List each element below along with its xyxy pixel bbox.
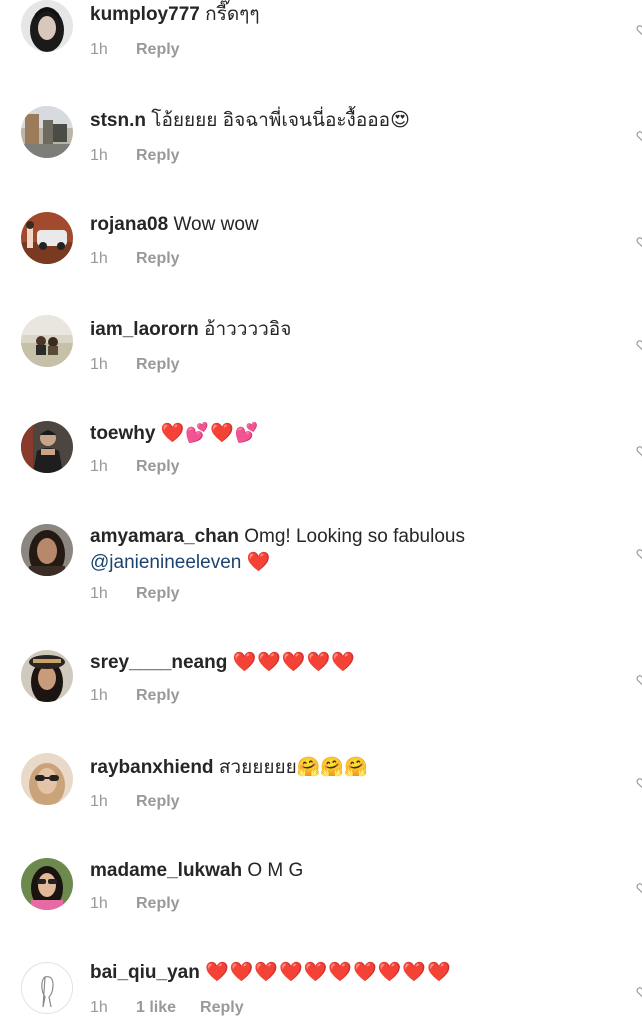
reply-button[interactable]: Reply	[136, 250, 180, 267]
reply-button[interactable]: Reply	[136, 585, 180, 602]
reply-button[interactable]: Reply	[136, 793, 180, 810]
heart-outline-icon[interactable]	[636, 445, 642, 457]
comment-message: กรี๊ดๆๆ	[205, 4, 260, 25]
comment-meta: 1h Reply	[90, 40, 180, 60]
comment-meta: 1h 1 like Reply	[90, 998, 244, 1018]
comment-message: O M G	[247, 860, 304, 881]
avatar-default[interactable]	[21, 962, 73, 1014]
comment-text: kumploy777 กรี๊ดๆๆ	[90, 2, 590, 28]
heart-outline-icon[interactable]	[636, 986, 642, 998]
comment-text: madame_lukwah O M G	[90, 858, 590, 884]
comment-time: 1h	[90, 895, 108, 912]
reply-button[interactable]: Reply	[136, 147, 180, 164]
comment-time: 1h	[90, 687, 108, 704]
comment-message: ❤️💕❤️💕	[160, 423, 260, 444]
comment-text: bai_qiu_yan ❤️❤️❤️❤️❤️❤️❤️❤️❤️❤️	[90, 960, 590, 986]
heart-outline-icon[interactable]	[636, 777, 642, 789]
comment-username[interactable]: raybanxhiend	[90, 757, 214, 778]
comment-text: rojana08 Wow wow	[90, 212, 590, 238]
comment-username[interactable]: kumploy777	[90, 4, 200, 25]
comment-meta: 1h Reply	[90, 584, 180, 604]
comment-meta: 1h Reply	[90, 894, 180, 914]
comment-meta: 1h Reply	[90, 457, 180, 477]
avatar[interactable]	[21, 524, 73, 576]
comment-username[interactable]: iam_laororn	[90, 319, 199, 340]
avatar[interactable]	[21, 650, 73, 702]
comment-meta: 1h Reply	[90, 686, 180, 706]
comment-text: raybanxhiend สวยยยยย🤗🤗🤗	[90, 755, 590, 781]
comment-username[interactable]: stsn.n	[90, 110, 146, 131]
comment-time: 1h	[90, 356, 108, 373]
comment-text: srey____neang ❤️❤️❤️❤️❤️	[90, 650, 590, 676]
reply-button[interactable]: Reply	[136, 458, 180, 475]
comment-time: 1h	[90, 793, 108, 810]
comment-username[interactable]: toewhy	[90, 423, 155, 444]
comment-message: ❤️❤️❤️❤️❤️	[232, 652, 356, 673]
comment-time: 1h	[90, 147, 108, 164]
heart-outline-icon[interactable]	[636, 548, 642, 560]
comment-username[interactable]: bai_qiu_yan	[90, 962, 200, 983]
comment-username[interactable]: madame_lukwah	[90, 860, 242, 881]
avatar[interactable]	[21, 753, 73, 805]
likes-count[interactable]: 1 like	[136, 998, 176, 1018]
comment-meta: 1h Reply	[90, 146, 180, 166]
comment-username[interactable]: srey____neang	[90, 652, 227, 673]
avatar[interactable]	[21, 212, 73, 264]
avatar[interactable]	[21, 858, 73, 910]
comment-message: Omg! Looking so fabulous	[244, 526, 465, 547]
comment-message: ❤️❤️❤️❤️❤️❤️❤️❤️❤️❤️	[205, 962, 452, 983]
comment-message: โอ้ยยยย อิจฉาพี่เจนนี่อะงื้อออ😍	[151, 110, 410, 131]
comment-time: 1h	[90, 250, 108, 267]
comment-username[interactable]: rojana08	[90, 214, 168, 235]
heart-outline-icon[interactable]	[636, 24, 642, 36]
reply-button[interactable]: Reply	[136, 41, 180, 58]
comment-meta: 1h Reply	[90, 249, 180, 269]
comment-time: 1h	[90, 585, 108, 602]
reply-button[interactable]: Reply	[136, 356, 180, 373]
reply-button[interactable]: Reply	[136, 895, 180, 912]
comment-time: 1h	[90, 41, 108, 58]
comment-message-emoji: ❤️	[246, 552, 272, 573]
comment-time: 1h	[90, 999, 108, 1016]
reply-button[interactable]: Reply	[136, 687, 180, 704]
mention-link[interactable]: @janienineeleven	[90, 552, 241, 573]
comment-text: amyamara_chan Omg! Looking so fabulous @…	[90, 524, 590, 576]
comment-text: toewhy ❤️💕❤️💕	[90, 421, 590, 447]
comment-message: Wow wow	[173, 214, 259, 235]
heart-outline-icon[interactable]	[636, 339, 642, 351]
avatar[interactable]	[21, 106, 73, 158]
heart-outline-icon[interactable]	[636, 882, 642, 894]
avatar[interactable]	[21, 315, 73, 367]
comment-meta: 1h Reply	[90, 792, 180, 812]
comment-time: 1h	[90, 458, 108, 475]
comment-username[interactable]: amyamara_chan	[90, 526, 239, 547]
heart-outline-icon[interactable]	[636, 674, 642, 686]
heart-outline-icon[interactable]	[636, 130, 642, 142]
avatar[interactable]	[21, 0, 73, 52]
heart-outline-icon[interactable]	[636, 236, 642, 248]
comment-text: iam_laororn อ้าววววอิจ	[90, 317, 590, 343]
comment-message: อ้าววววอิจ	[204, 319, 292, 340]
avatar[interactable]	[21, 421, 73, 473]
comment-text: stsn.n โอ้ยยยย อิจฉาพี่เจนนี่อะงื้อออ😍	[90, 108, 590, 134]
reply-button[interactable]: Reply	[200, 999, 244, 1016]
comment-message: สวยยยยย🤗🤗🤗	[218, 757, 368, 778]
comment-meta: 1h Reply	[90, 355, 180, 375]
